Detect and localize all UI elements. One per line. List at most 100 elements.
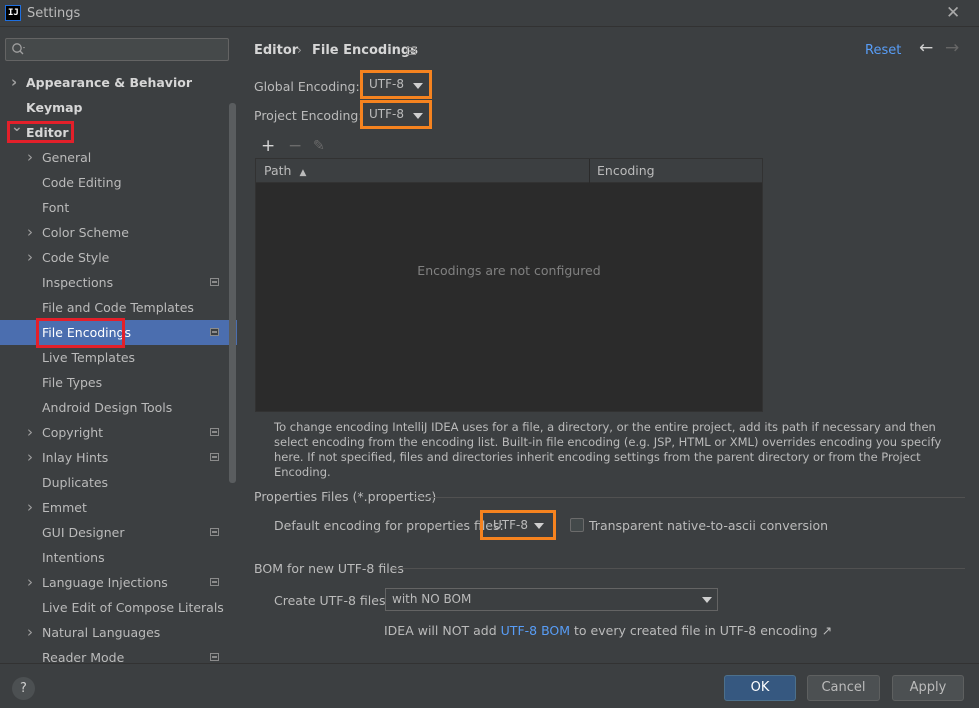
- window-title: Settings: [27, 6, 81, 21]
- help-button[interactable]: ?: [12, 677, 35, 700]
- empty-table-message: Encodings are not configured: [417, 263, 601, 278]
- encodings-table[interactable]: Path ▲ Encoding Encodings are not config…: [255, 158, 763, 412]
- chevron-right-icon[interactable]: ›: [27, 620, 33, 645]
- chevron-down-icon: [702, 597, 712, 603]
- project-encoding-value: UTF-8: [369, 107, 404, 121]
- table-header: Path ▲ Encoding: [256, 159, 762, 183]
- sidebar-item-font[interactable]: Font: [0, 195, 237, 220]
- breadcrumb-editor[interactable]: Editor: [254, 43, 298, 58]
- sidebar-item-label: Reader Mode: [42, 650, 125, 663]
- chevron-right-icon[interactable]: ›: [27, 245, 33, 270]
- sidebar-item-file-and-code-templates[interactable]: File and Code Templates: [0, 295, 237, 320]
- column-header-path[interactable]: Path ▲: [264, 159, 306, 183]
- sidebar-item-inspections[interactable]: Inspections: [0, 270, 237, 295]
- sidebar-item-label: Emmet: [42, 500, 87, 515]
- sidebar-scrollbar[interactable]: [229, 103, 236, 483]
- bom-note-prefix: IDEA will NOT add: [384, 623, 501, 638]
- sidebar-item-label: Font: [42, 200, 70, 215]
- sidebar-item-label: General: [42, 150, 92, 165]
- sidebar-item-label: Copyright: [42, 425, 104, 440]
- section-divider: [393, 568, 965, 569]
- sidebar-item-file-types[interactable]: File Types: [0, 370, 237, 395]
- sidebar-item-reader-mode[interactable]: Reader Mode: [0, 645, 237, 663]
- properties-encoding-select[interactable]: UTF-8: [480, 510, 556, 540]
- sort-ascending-icon: ▲: [299, 168, 307, 178]
- remove-icon[interactable]: −: [288, 136, 302, 156]
- sidebar-item-label: Code Style: [42, 250, 110, 265]
- main-panel: Editor › File Encodings Reset ← → Global…: [237, 27, 979, 663]
- sidebar-item-inlay-hints[interactable]: › Inlay Hints: [0, 445, 237, 470]
- global-encoding-select[interactable]: UTF-8: [360, 70, 432, 99]
- bom-option-value: with NO BOM: [392, 592, 472, 606]
- encoding-help-text: To change encoding IntelliJ IDEA uses fo…: [274, 420, 942, 479]
- sidebar-item-copyright[interactable]: › Copyright: [0, 420, 237, 445]
- global-encoding-label: Global Encoding:: [254, 79, 360, 94]
- sidebar-item-general[interactable]: › General: [0, 145, 237, 170]
- chevron-down-icon: [534, 523, 544, 529]
- project-scope-icon: [210, 278, 219, 286]
- forward-arrow-icon[interactable]: →: [945, 38, 959, 58]
- project-encoding-label: Project Encoding:: [254, 108, 363, 123]
- utf8-bom-link[interactable]: UTF-8 BOM: [501, 623, 570, 638]
- chevron-right-icon[interactable]: ›: [11, 70, 17, 95]
- sidebar-item-code-style[interactable]: › Code Style: [0, 245, 237, 270]
- intellij-app-icon: IJ: [5, 5, 21, 21]
- column-header-encoding[interactable]: Encoding: [597, 159, 655, 183]
- sidebar-item-label: Live Templates: [42, 350, 136, 365]
- sidebar-item-label: Live Edit of Compose Literals: [42, 600, 224, 615]
- sidebar-item-label: Keymap: [26, 100, 83, 115]
- sidebar-item-appearance-behavior[interactable]: › Appearance & Behavior: [0, 70, 237, 95]
- ok-button[interactable]: OK: [724, 675, 796, 701]
- sidebar-item-language-injections[interactable]: › Language Injections: [0, 570, 237, 595]
- project-scope-icon: [407, 47, 416, 55]
- chevron-right-icon[interactable]: ›: [27, 495, 33, 520]
- sidebar-item-label: Natural Languages: [42, 625, 161, 640]
- sidebar-item-keymap[interactable]: Keymap: [0, 95, 237, 120]
- chevron-right-icon[interactable]: ›: [27, 145, 33, 170]
- transparent-conversion-checkbox[interactable]: [570, 518, 584, 532]
- sidebar-item-natural-languages[interactable]: › Natural Languages: [0, 620, 237, 645]
- project-scope-icon: [210, 328, 219, 336]
- close-icon[interactable]: ✕: [946, 3, 960, 23]
- default-properties-encoding-label: Default encoding for properties files:: [274, 518, 504, 533]
- sidebar-item-emmet[interactable]: › Emmet: [0, 495, 237, 520]
- chevron-right-icon[interactable]: ›: [27, 420, 33, 445]
- chevron-down-icon: [413, 83, 423, 89]
- settings-sidebar: › Appearance & Behavior Keymap ⌄ Editor › Gene…: [0, 27, 237, 663]
- project-scope-icon: [210, 528, 219, 536]
- back-arrow-icon[interactable]: ←: [919, 38, 933, 58]
- settings-search-input[interactable]: [5, 38, 229, 61]
- sidebar-item-gui-designer[interactable]: GUI Designer: [0, 520, 237, 545]
- sidebar-item-code-editing[interactable]: Code Editing: [0, 170, 237, 195]
- chevron-right-icon[interactable]: ›: [27, 445, 33, 470]
- sidebar-item-label: File and Code Templates: [42, 300, 194, 315]
- add-icon[interactable]: +: [261, 136, 275, 156]
- chevron-right-icon[interactable]: ›: [27, 570, 33, 595]
- breadcrumb-separator-icon: ›: [297, 43, 302, 57]
- project-encoding-select[interactable]: UTF-8: [360, 100, 432, 129]
- chevron-right-icon[interactable]: ›: [27, 220, 33, 245]
- column-divider[interactable]: [589, 159, 590, 183]
- dialog-footer: ? OK Cancel Apply: [0, 663, 979, 708]
- bom-option-select[interactable]: with NO BOM: [385, 588, 718, 611]
- sidebar-item-label: Language Injections: [42, 575, 168, 590]
- highlight-box-file-encodings: [36, 318, 125, 348]
- properties-section-title: Properties Files (*.properties): [254, 489, 437, 504]
- cancel-button[interactable]: Cancel: [807, 675, 880, 701]
- edit-icon[interactable]: ✎: [313, 138, 325, 154]
- sidebar-item-android-design-tools[interactable]: Android Design Tools: [0, 395, 237, 420]
- properties-encoding-value: UTF-8: [493, 518, 528, 532]
- sidebar-item-live-edit-of-compose-literals[interactable]: Live Edit of Compose Literals: [0, 595, 237, 620]
- title-bar: IJ Settings ✕: [0, 0, 979, 27]
- highlight-box-editor: [7, 121, 74, 143]
- reset-link[interactable]: Reset: [865, 43, 901, 58]
- apply-button[interactable]: Apply: [892, 675, 964, 701]
- sidebar-item-live-templates[interactable]: Live Templates: [0, 345, 237, 370]
- sidebar-item-intentions[interactable]: Intentions: [0, 545, 237, 570]
- project-scope-icon: [210, 578, 219, 586]
- bom-note: IDEA will NOT add UTF-8 BOM to every cre…: [384, 623, 832, 638]
- sidebar-item-duplicates[interactable]: Duplicates: [0, 470, 237, 495]
- transparent-conversion-label[interactable]: Transparent native-to-ascii conversion: [589, 518, 828, 533]
- global-encoding-value: UTF-8: [369, 77, 404, 91]
- sidebar-item-color-scheme[interactable]: › Color Scheme: [0, 220, 237, 245]
